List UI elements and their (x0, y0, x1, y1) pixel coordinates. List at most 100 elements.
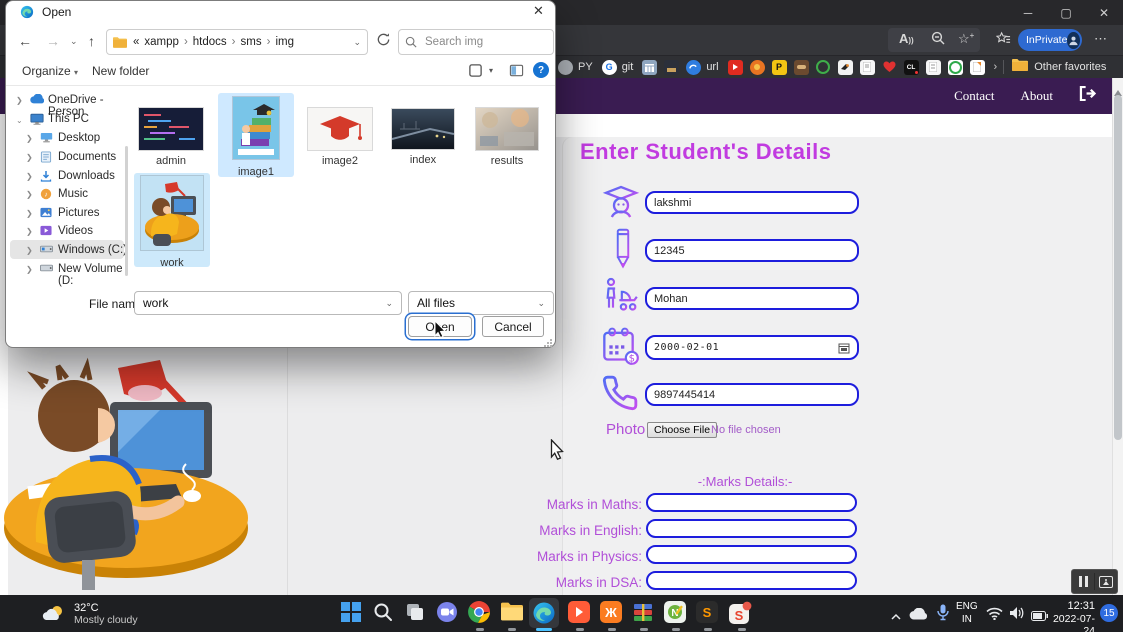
sidebar-item-videos[interactable]: ❯Videos (6, 222, 131, 241)
marks-english-input[interactable] (646, 519, 857, 538)
nav-contact-link[interactable]: Contact (954, 88, 994, 104)
bookmark-glasses-icon[interactable] (794, 60, 809, 75)
dob-input[interactable]: 2000-02-01 (645, 335, 859, 360)
start-button-icon[interactable] (340, 601, 364, 625)
bookmark-doc-icon[interactable] (860, 60, 875, 75)
bookmark-label-py[interactable]: PY (578, 61, 593, 73)
back-icon[interactable]: ← (18, 33, 32, 49)
sidebar-item-pictures[interactable]: ❯Pictures (6, 204, 131, 223)
wifi-icon[interactable] (986, 607, 1003, 625)
edge-taskbar-icon[interactable] (532, 601, 556, 625)
sidebar-item-music[interactable]: ❯♪Music (6, 185, 131, 204)
close-icon[interactable]: ✕ (1085, 0, 1123, 25)
sidebar-item-downloads[interactable]: ❯Downloads (6, 167, 131, 186)
chat-icon[interactable] (436, 601, 460, 625)
taskbar-search-icon[interactable] (372, 601, 396, 625)
inprivate-badge[interactable]: InPrivate (1018, 29, 1082, 51)
notepadpp-icon[interactable]: N (664, 601, 688, 625)
file-admin[interactable]: admin (139, 108, 203, 167)
task-view-icon[interactable] (404, 601, 428, 625)
sidebar-scrollbar[interactable] (125, 146, 128, 276)
parent-name-input[interactable] (645, 287, 859, 310)
bookmark-label-url[interactable]: url (706, 61, 718, 73)
view-options-dropdown-icon[interactable]: ▾ (489, 66, 493, 75)
recent-locations-icon[interactable]: ⌄ (70, 36, 78, 47)
sidebar-item-desktop[interactable]: ❯Desktop (6, 129, 131, 148)
dialog-close-icon[interactable]: ✕ (533, 3, 544, 19)
read-aloud-icon[interactable]: A)) (899, 31, 914, 46)
marks-dsa-input[interactable] (646, 571, 857, 590)
bookmark-fire-icon[interactable] (750, 60, 765, 75)
zoom-out-icon[interactable] (931, 31, 945, 48)
phone-input[interactable] (645, 383, 859, 406)
up-icon[interactable]: ↑ (88, 33, 95, 49)
file-results[interactable]: results (476, 108, 538, 167)
bookmark-p-icon[interactable]: P (772, 60, 787, 75)
file-name-combobox[interactable]: work ⌄ (134, 291, 402, 315)
bookmark-eagle-icon[interactable] (838, 60, 853, 75)
winrar-icon[interactable] (632, 601, 656, 625)
file-index[interactable]: index (392, 109, 454, 166)
marks-maths-input[interactable] (646, 493, 857, 512)
filmora-icon[interactable] (568, 601, 592, 625)
search-input[interactable] (423, 35, 537, 49)
weather-widget[interactable]: 32°C Mostly cloudy (42, 598, 138, 630)
bookmark-url-icon[interactable] (686, 60, 701, 75)
microphone-tray-icon[interactable] (937, 604, 949, 626)
student-id-input[interactable] (645, 239, 859, 262)
file-image1[interactable]: image1 (218, 97, 294, 178)
preview-pane-icon[interactable] (509, 63, 524, 83)
nav-about-link[interactable]: About (1021, 88, 1054, 104)
sidebar-item-onedrive[interactable]: ❯OneDrive - Person (6, 91, 131, 110)
bookmark-label-git[interactable]: git (622, 61, 634, 73)
marks-physics-input[interactable] (646, 545, 857, 564)
scrollbar-thumb[interactable] (1114, 95, 1122, 440)
snagit-icon[interactable]: S (728, 601, 752, 625)
address-bar[interactable]: « xampp › htdocs › sms › img ⌄ (106, 29, 368, 55)
chrome-icon[interactable] (468, 601, 492, 625)
volume-icon[interactable] (1009, 606, 1025, 625)
cancel-button[interactable]: Cancel (482, 316, 544, 337)
bookmark-google-icon[interactable]: G (602, 60, 617, 75)
favorites-hub-icon[interactable] (996, 31, 1011, 49)
breadcrumb-htdocs[interactable]: htdocs (193, 36, 227, 48)
file-name-dropdown-icon[interactable]: ⌄ (385, 298, 393, 309)
bookmark-photo-icon[interactable] (664, 60, 679, 75)
organize-button[interactable]: Organize ▾ (22, 64, 78, 78)
refresh-icon[interactable] (376, 32, 391, 52)
address-dropdown-icon[interactable]: ⌄ (353, 37, 361, 48)
other-favorites-label[interactable]: Other favorites (1034, 61, 1106, 73)
breadcrumb-sms[interactable]: sms (241, 36, 262, 48)
logout-icon[interactable] (1079, 86, 1096, 106)
new-folder-button[interactable]: New folder (92, 64, 149, 78)
file-image2[interactable]: image2 (308, 108, 372, 167)
file-type-select[interactable]: All files ⌄ (408, 291, 554, 315)
date-picker-icon[interactable] (838, 342, 850, 354)
bookmark-ring-icon[interactable] (816, 60, 831, 75)
bookmark-badge-icon[interactable] (948, 60, 963, 75)
help-icon[interactable]: ? (533, 62, 549, 78)
onedrive-tray-icon[interactable] (909, 607, 927, 625)
minimize-icon[interactable]: ─ (1009, 0, 1047, 25)
bookmark-doc2-icon[interactable] (926, 60, 941, 75)
tray-expand-icon[interactable] (891, 608, 901, 626)
breadcrumb-xampp[interactable]: xampp (144, 36, 179, 48)
browser-menu-icon[interactable]: ⋯ (1094, 31, 1108, 47)
bookmarks-overflow-icon[interactable]: › (994, 61, 998, 73)
sidebar-item-windows-c[interactable]: ❯Windows (C:) (6, 241, 131, 260)
student-name-input[interactable] (645, 191, 859, 214)
search-box[interactable] (398, 29, 554, 55)
dialog-resize-grip[interactable] (544, 335, 553, 353)
language-indicator[interactable]: ENG IN (956, 602, 978, 625)
file-type-dropdown-icon[interactable]: ⌄ (537, 298, 545, 309)
sidebar-item-documents[interactable]: ❯Documents (6, 148, 131, 167)
bookmark-cl-icon[interactable]: CL (904, 60, 919, 75)
clock[interactable]: 12:31 2022-07-24 (1043, 600, 1095, 632)
sublime-icon[interactable]: S (696, 601, 720, 625)
bookmark-github-icon[interactable] (558, 60, 573, 75)
pause-icon[interactable] (1072, 576, 1094, 587)
forward-icon[interactable]: → (46, 33, 60, 49)
view-options-icon[interactable] (468, 63, 483, 83)
sidebar-item-new-volume-d[interactable]: ❯New Volume (D: (6, 260, 131, 279)
choose-file-button[interactable]: Choose File (647, 422, 717, 438)
